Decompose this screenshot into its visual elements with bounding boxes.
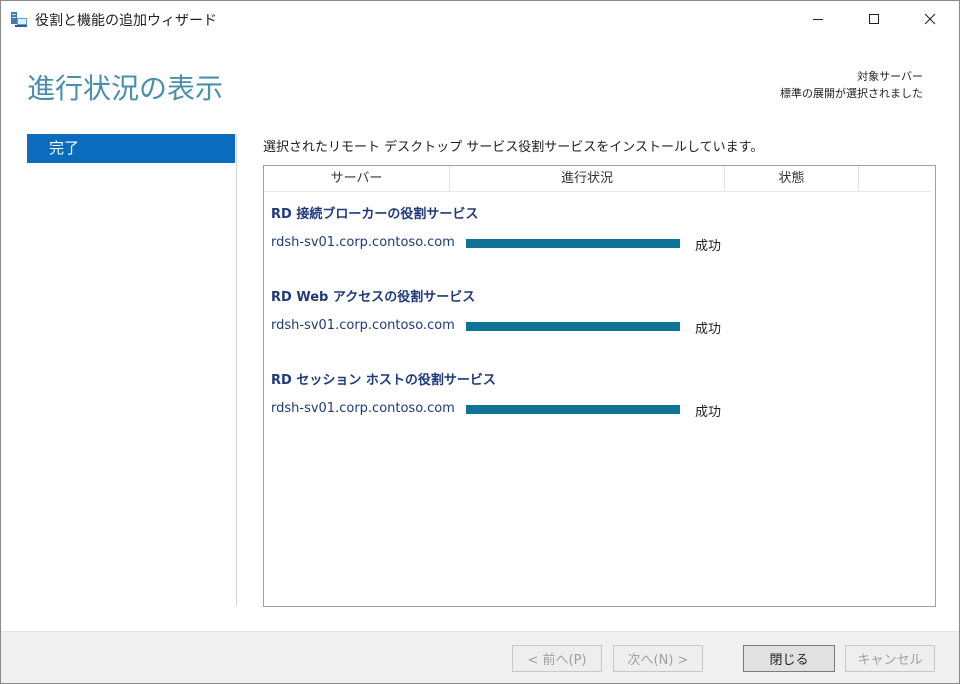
target-server-value: 標準の展開が選択されました: [780, 87, 923, 100]
close-icon: [924, 13, 936, 25]
nav-divider: [236, 134, 237, 606]
server-manager-icon: [10, 10, 28, 28]
minimize-button[interactable]: [795, 1, 841, 37]
title-bar: 役割と機能の追加ウィザード: [1, 1, 959, 37]
group-title-connection-broker: RD 接続ブローカーの役割サービス: [271, 207, 479, 222]
page-title: 進行状況の表示: [27, 72, 224, 105]
server-name: rdsh-sv01.corp.contoso.com: [271, 235, 455, 250]
progress-fill: [466, 322, 680, 331]
close-button[interactable]: 閉じる: [743, 645, 835, 672]
progress-fill: [466, 405, 680, 414]
maximize-icon: [869, 14, 879, 24]
status-text: 成功: [695, 405, 722, 420]
nav-item-complete[interactable]: 完了: [27, 134, 235, 163]
progress-bar: [466, 405, 680, 414]
cancel-button[interactable]: キャンセル: [845, 645, 935, 672]
maximize-button[interactable]: [851, 1, 897, 37]
wizard-window: 役割と機能の追加ウィザード 進行状況の表示 対象サーバー 標準の展開が選択されま…: [0, 0, 960, 684]
group-title-session-host: RD セッション ホストの役割サービス: [271, 373, 496, 388]
status-text: 成功: [695, 322, 722, 337]
column-header-server[interactable]: サーバー: [264, 166, 450, 191]
window-title: 役割と機能の追加ウィザード: [35, 13, 217, 29]
progress-panel: サーバー 進行状況 状態 RD 接続ブローカーの役割サービス rdsh-sv01…: [263, 165, 936, 607]
column-header-status[interactable]: 状態: [725, 166, 859, 191]
previous-button[interactable]: < 前へ(P): [512, 645, 602, 672]
install-description: 選択されたリモート デスクトップ サービス役割サービスをインストールしています。: [263, 140, 764, 155]
progress-bar: [466, 239, 680, 248]
status-text: 成功: [695, 239, 722, 254]
column-header-progress[interactable]: 進行状況: [450, 166, 725, 191]
server-name: rdsh-sv01.corp.contoso.com: [271, 318, 455, 333]
progress-bar: [466, 322, 680, 331]
close-window-button[interactable]: [907, 1, 953, 37]
progress-fill: [466, 239, 680, 248]
minimize-icon: [813, 19, 823, 20]
header-divider: [264, 191, 931, 192]
next-button[interactable]: 次へ(N) >: [613, 645, 703, 672]
server-name: rdsh-sv01.corp.contoso.com: [271, 401, 455, 416]
group-title-web-access: RD Web アクセスの役割サービス: [271, 290, 476, 305]
target-server-label: 対象サーバー: [857, 70, 923, 83]
